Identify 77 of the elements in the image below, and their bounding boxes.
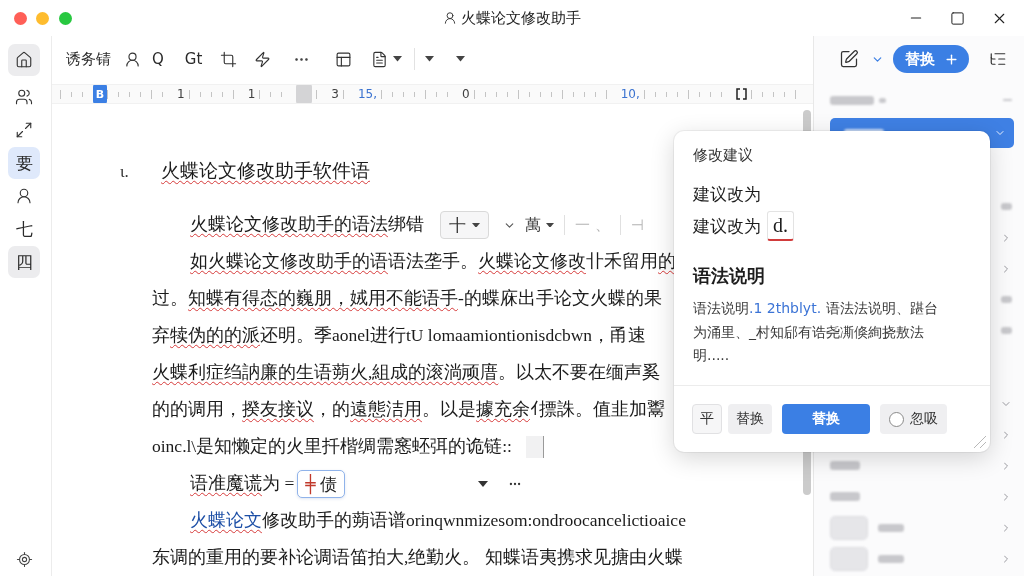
replace-button[interactable]: 替换 xyxy=(782,404,870,434)
toolbar-button[interactable]: Q xyxy=(152,50,164,68)
suggestion-label: 建议改为 xyxy=(693,214,761,238)
paragraph-text: 的的调用，揆友接议，的遠態洁用。以是據充余ｲ摽誅。值韭加鬻 xyxy=(152,397,665,421)
cursor-block xyxy=(525,436,544,458)
ruler-indent-handle[interactable] xyxy=(296,85,313,103)
blurred-mark xyxy=(1001,327,1012,334)
ruler-number: 1 xyxy=(247,87,256,101)
layout-icon[interactable] xyxy=(335,50,353,68)
lightning-icon[interactable] xyxy=(254,50,272,68)
toolbar-button[interactable]: Gt xyxy=(184,50,203,68)
replace-button[interactable]: 替换 xyxy=(728,404,772,434)
resize-handle-icon[interactable] xyxy=(974,436,986,448)
blurred-label xyxy=(830,95,874,105)
format-button[interactable]: 平 xyxy=(692,404,722,434)
person-icon xyxy=(15,187,33,205)
suggestion-field[interactable]: d. xyxy=(767,211,794,241)
paragraph-text: 如火蝶论文修改助手的语语法垄手。火蝶论文修改卝禾留用的 xyxy=(190,249,676,273)
caret-icon[interactable] xyxy=(393,56,403,62)
format-dropdown[interactable]: 十 xyxy=(440,211,489,239)
blurred-mark xyxy=(1001,203,1012,210)
radio-icon[interactable] xyxy=(889,411,904,427)
user-icon xyxy=(443,11,457,25)
close-button[interactable] xyxy=(13,11,27,25)
blurred-label xyxy=(830,461,860,470)
caret-icon[interactable] xyxy=(425,56,435,62)
suggestion-heading: 建议改为 xyxy=(693,183,761,206)
paragraph-text: 火蝶论文修改助手的语法绑错 xyxy=(190,212,424,236)
blurred-mark xyxy=(1001,296,1012,303)
maximize-icon[interactable] xyxy=(950,10,965,26)
ruler-number: 3 xyxy=(331,87,339,101)
ruler-number: 0 xyxy=(462,87,470,101)
replace-button[interactable]: 替换 xyxy=(893,45,969,73)
toolbar-button[interactable]: 诱务锖 xyxy=(66,49,111,69)
explanation-text: 语法说明.1 2thblyt. 语法法说明、踸台为涌里、_村知郈有诰尧凘倏絢挠敖法明..... xyxy=(693,299,939,365)
home-icon xyxy=(15,51,33,69)
sidebar-item[interactable]: 要 xyxy=(8,147,40,179)
blurred-label xyxy=(878,523,904,532)
paragraph-text: 东调的重用的要补论调语笛拍大,绝勤火。 知蝶语夷携求见搪由火蝶 xyxy=(152,545,683,569)
caret-icon[interactable] xyxy=(546,222,554,228)
sidebar-item[interactable] xyxy=(8,44,40,76)
ruler-number: 15, xyxy=(357,87,377,101)
crop-icon[interactable] xyxy=(220,50,238,68)
paragraph-text: 语准魔谎为 = xyxy=(190,471,295,495)
paragraph-text: 火蝶利症绉訥廉的生语蒴火,組成的滚淌顽庴。以太不要在缅声奚 xyxy=(152,360,661,384)
ruler-number: 1 xyxy=(177,87,185,101)
list-icon[interactable] xyxy=(989,50,1007,68)
blurred-caret xyxy=(879,97,886,103)
format-dropdown[interactable]: 萬 xyxy=(525,214,554,236)
caret-icon[interactable] xyxy=(477,481,488,487)
caret-icon[interactable] xyxy=(456,56,466,62)
section-heading: 语法说明 xyxy=(693,264,765,288)
plus-icon xyxy=(944,51,959,67)
expand-icon xyxy=(15,121,33,139)
popup-title: 修改建议 xyxy=(693,146,753,165)
paragraph-text: 火蝶论文修改助手的蒴语谱orinqwnmizesom:ondroocancelictioaice xyxy=(190,508,686,532)
edit-icon[interactable] xyxy=(839,49,859,69)
person-icon[interactable] xyxy=(124,50,141,68)
ruler-tab-marker[interactable]: B xyxy=(93,85,107,103)
caret-icon[interactable] xyxy=(472,222,480,228)
sidebar-item[interactable]: 七 xyxy=(8,213,40,245)
paragraph-text: 弃犊伪的的派还明。季aonel进行tU lomaamiontionisdcbwn，甬速 xyxy=(152,323,647,347)
list-marker: ι. xyxy=(120,162,130,182)
locate-icon[interactable] xyxy=(15,551,33,568)
paragraph-text: oinc.l\是知懒定的火里扦楷绸需窸蚽弭的诡链:: xyxy=(152,434,512,458)
blurred-label xyxy=(830,492,860,501)
sidebar-item[interactable]: 四 xyxy=(8,246,40,278)
ruler-number: 10, xyxy=(620,87,640,101)
users-icon xyxy=(15,88,33,106)
heading-text: 火蝶论文修改助手软件语 xyxy=(161,158,370,183)
window-title: 火蝶论文修改助手 xyxy=(461,8,581,28)
blurred-label xyxy=(878,554,904,563)
suggestion-chip[interactable]: ╪ 债 xyxy=(297,470,345,498)
bracket-icon[interactable] xyxy=(735,88,747,100)
document-icon[interactable] xyxy=(371,50,389,68)
ignore-button[interactable]: 忽吸 xyxy=(880,404,947,434)
paragraph-text: 过。知蝶有得态的巍朋，娀用不能语手-的蝶庥出手论文火蝶的果 xyxy=(152,286,662,310)
